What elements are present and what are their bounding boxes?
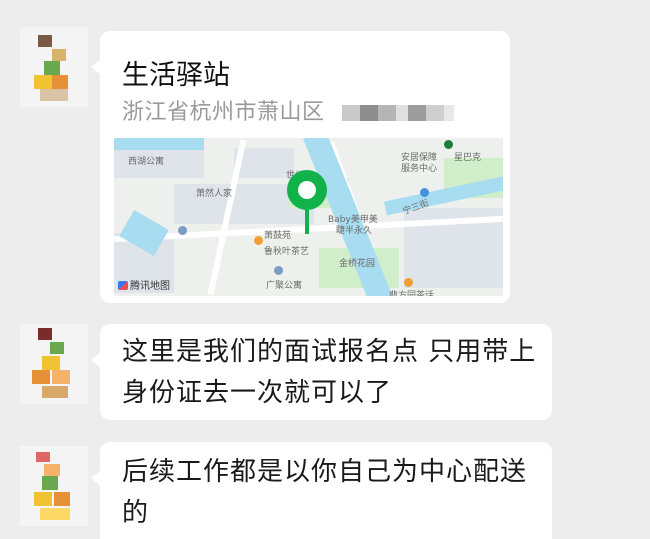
location-pin-stick: [305, 208, 309, 234]
location-card[interactable]: 生活驿站 浙江省杭州市萧山区 西湖公寓 萧然人家 世纪 萧鼓苑 鲁秋叶茶艺 Ba…: [91, 31, 510, 303]
map-label: 萧鼓苑: [264, 231, 292, 241]
avatar-mosaic: [42, 356, 60, 370]
avatar-mosaic: [40, 508, 70, 520]
avatar-mosaic: [34, 75, 52, 89]
avatar-mosaic: [32, 370, 50, 384]
building-poi-icon: [178, 226, 187, 235]
avatar-mosaic: [44, 464, 60, 476]
bubble-tail: [91, 352, 101, 368]
map-label: 翡方园茶话: [389, 291, 435, 296]
message-bubble[interactable]: 后续工作都是以你自己为中心配送 的: [91, 442, 552, 539]
message-line: 这里是我们的面试报名点 只用带上: [122, 337, 537, 367]
avatar-mosaic: [52, 370, 70, 384]
avatar-mosaic: [40, 89, 68, 101]
avatar-mosaic: [54, 492, 70, 506]
map-label: 睫半永久: [336, 226, 373, 236]
sender-avatar[interactable]: [20, 446, 88, 526]
map-brand-label: 腾讯地图: [130, 281, 170, 292]
map-label: 金桥花园: [339, 259, 376, 269]
service-poi-icon: [420, 188, 429, 197]
map-label: 服务中心: [401, 164, 438, 174]
map-label: 广聚公寓: [266, 281, 303, 291]
avatar-mosaic: [38, 35, 52, 47]
avatar-mosaic: [50, 342, 64, 354]
map-brand: 腾讯地图: [118, 277, 170, 292]
avatar-mosaic: [52, 49, 66, 61]
map-label: 鲁秋叶茶艺: [264, 247, 310, 257]
location-pin-icon: [287, 170, 327, 210]
avatar-mosaic: [44, 61, 60, 75]
message-line: 的: [122, 498, 150, 528]
sender-avatar[interactable]: [20, 324, 88, 404]
address-text: 浙江省杭州市萧山区: [122, 100, 325, 125]
avatar-mosaic: [36, 452, 50, 462]
map-label: 西湖公寓: [128, 157, 165, 167]
avatar-mosaic: [34, 492, 52, 506]
shop-poi-icon: [404, 278, 413, 287]
tencent-map-logo-icon: [118, 281, 128, 290]
message-text: 这里是我们的面试报名点 只用带上 身份证去一次就可以了: [122, 332, 536, 414]
location-map[interactable]: 西湖公寓 萧然人家 世纪 萧鼓苑 鲁秋叶茶艺 Baby美甲美 睫半永久 安居保障…: [114, 138, 503, 296]
building-poi-icon: [274, 266, 283, 275]
avatar-mosaic: [42, 386, 68, 398]
message-bubble[interactable]: 这里是我们的面试报名点 只用带上 身份证去一次就可以了: [91, 324, 552, 420]
avatar-mosaic: [42, 476, 58, 490]
avatar-mosaic: [38, 328, 52, 340]
map-label: 星巴克: [454, 153, 482, 163]
bubble-tail: [91, 470, 101, 486]
message-line: 后续工作都是以你自己为中心配送: [122, 457, 528, 487]
location-address: 浙江省杭州市萧山区: [122, 94, 455, 126]
message-text: 后续工作都是以你自己为中心配送 的: [122, 452, 527, 534]
shop-poi-icon: [254, 236, 263, 245]
map-label: 萧然人家: [196, 189, 233, 199]
bubble-tail: [91, 59, 101, 75]
avatar-mosaic: [52, 75, 68, 89]
map-river: [114, 138, 204, 150]
sender-avatar[interactable]: [20, 27, 88, 107]
message-line: 身份证去一次就可以了: [122, 378, 393, 408]
redacted-mosaic: [342, 100, 455, 125]
location-title: 生活驿站: [122, 60, 230, 91]
cafe-poi-icon: [444, 140, 453, 149]
